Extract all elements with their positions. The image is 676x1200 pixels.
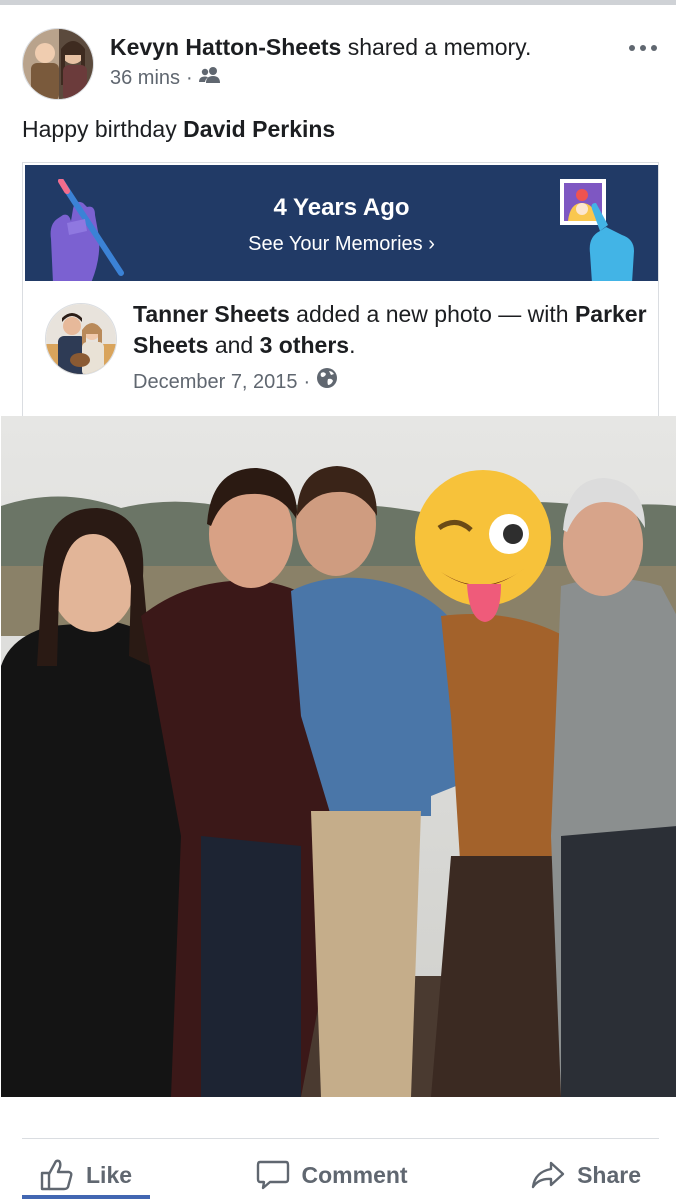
shared-period: . — [349, 332, 356, 358]
share-button[interactable]: Share — [513, 1153, 659, 1197]
post-text: Happy birthday David Perkins — [22, 114, 335, 144]
share-icon — [531, 1159, 565, 1191]
post-action-text: shared a memory. — [341, 34, 532, 60]
comment-label: Comment — [301, 1161, 408, 1188]
friends-icon — [198, 64, 221, 92]
like-button[interactable]: Like — [22, 1151, 151, 1199]
globe-icon — [316, 367, 338, 396]
others-link[interactable]: 3 others — [260, 332, 349, 358]
top-divider — [0, 0, 676, 5]
shared-post[interactable]: Tanner Sheets added a new photo — with P… — [45, 299, 647, 399]
meta-separator: · — [303, 370, 311, 393]
shared-author-avatar[interactable] — [45, 303, 117, 375]
shared-author-name[interactable]: Tanner Sheets — [133, 301, 290, 327]
more-options-icon[interactable] — [626, 38, 660, 58]
memory-banner[interactable]: 4 Years Ago See Your Memories › — [25, 165, 658, 281]
memory-card[interactable]: 4 Years Ago See Your Memories › Tanner S… — [1, 162, 676, 1097]
post-text-prefix: Happy birthday — [22, 116, 184, 142]
author-line: Kevyn Hatton-Sheets shared a memory. — [110, 32, 531, 62]
thumbs-up-icon — [40, 1159, 74, 1191]
share-label: Share — [577, 1161, 641, 1188]
author-avatar[interactable] — [22, 28, 94, 100]
shared-post-meta: December 7, 2015 · — [133, 367, 338, 396]
comment-button[interactable]: Comment — [238, 1153, 426, 1197]
post-header: Kevyn Hatton-Sheets shared a memory. 36 … — [22, 28, 662, 100]
action-divider — [22, 1138, 659, 1139]
shared-conjunction: and — [208, 332, 260, 358]
post-timestamp[interactable]: 36 mins — [110, 64, 180, 92]
shared-date[interactable]: December 7, 2015 — [133, 369, 298, 395]
action-bar: Like Comment Share — [22, 1150, 659, 1200]
hand-photo-illustration — [552, 179, 644, 281]
author-name[interactable]: Kevyn Hatton-Sheets — [110, 34, 341, 60]
post-meta: 36 mins · — [110, 64, 221, 92]
shared-post-text: Tanner Sheets added a new photo — with P… — [133, 299, 653, 361]
shared-action-text: added a new photo — with — [289, 301, 575, 327]
tagged-person-link[interactable]: David Perkins — [183, 116, 335, 142]
comment-icon — [256, 1159, 290, 1191]
meta-separator: · — [186, 67, 193, 89]
like-label: Like — [86, 1161, 133, 1188]
memory-photo[interactable] — [1, 416, 676, 1097]
